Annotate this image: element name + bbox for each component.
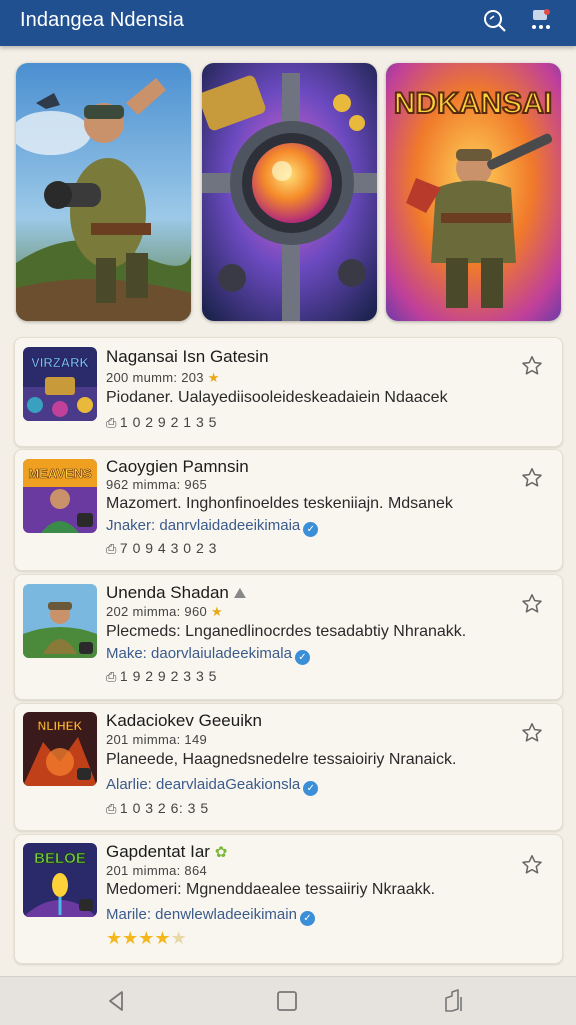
verified-badge-icon: ✓: [299, 911, 315, 926]
rating-star-icon: ★: [122, 928, 139, 948]
ndkansai-logo: NDKANSAI: [394, 87, 552, 120]
rating-star-icon: ★: [138, 928, 155, 948]
game-description: Plecmeds: Lnganedlinocrdes tesadabtiy Nh…: [106, 623, 467, 640]
notification-more-icon[interactable]: [526, 6, 556, 36]
game-description: Medomeri: Mgnenddaealee tessaiiriy Nkraa…: [106, 881, 436, 898]
game-stats: ⎙ 1 0 2 9 2 1 3 5: [106, 414, 217, 430]
home-icon[interactable]: [273, 987, 301, 1015]
download-icon: ⎙: [106, 669, 117, 684]
game-stats: ⎙ 7 0 9 4 3 0 2 3: [106, 540, 217, 556]
game-title: Unenda Shadan ⛰: [106, 583, 247, 602]
app-title: Indangea Ndensia: [20, 9, 184, 31]
list-item[interactable]: Unenda Shadan ⛰ 202 mimma: 960 ★ Plecmed…: [14, 574, 563, 700]
game-description: Piodaner. Ualayediisooleideskeadaiein Nd…: [106, 389, 448, 406]
game-thumbnail: [23, 584, 97, 658]
favorite-star-icon[interactable]: [520, 466, 544, 490]
game-maker: Marile: denwlewladeeikimain ✓: [106, 906, 315, 926]
svg-text:BELOE: BELOE: [34, 850, 86, 867]
download-icon: ⎙: [106, 541, 117, 556]
game-title: Caoygien Pamnsin: [106, 457, 249, 476]
featured-banners: NDKANSAI: [16, 63, 561, 323]
favorite-star-icon[interactable]: [520, 354, 544, 378]
game-thumbnail: MEAVENS: [23, 459, 97, 533]
search-icon[interactable]: [480, 6, 510, 36]
star-rating: ★★★★★: [106, 928, 187, 949]
verified-badge-icon: ✓: [303, 522, 319, 537]
download-icon: ⎙: [106, 801, 117, 816]
game-description: Mazomert. Inghonfinoeldes teskeniiajn. M…: [106, 495, 453, 512]
game-meta: 962 mimma: 965: [106, 477, 208, 492]
favorite-star-icon[interactable]: [520, 721, 544, 745]
svg-text:MEAVENS: MEAVENS: [28, 466, 92, 481]
verified-badge-icon: ✓: [303, 781, 319, 796]
game-meta: 201 mimma: 864: [106, 863, 208, 878]
game-stats: ⎙ 1 9 2 9 2 3 3 5: [106, 668, 217, 684]
game-meta: 200 mumm: 203 ★: [106, 370, 220, 385]
rating-star-icon: ★: [154, 928, 171, 948]
favorite-star-icon[interactable]: [520, 853, 544, 877]
game-stats: ⎙ 1 0 3 2 6: 3 5: [106, 800, 209, 816]
game-description: Planeede, Haagnedsnedelre tessaioiriy Nr…: [106, 751, 457, 768]
recents-icon[interactable]: [440, 987, 468, 1015]
soldier-hero-banner[interactable]: [16, 63, 191, 321]
game-title: Kadaciokev Geeuikn: [106, 711, 262, 730]
game-thumbnail: VIRZARK: [23, 347, 97, 421]
game-maker: Make: daorvlaiuladeekimala ✓: [106, 645, 310, 665]
game-title: Nagansai Isn Gatesin: [106, 347, 269, 366]
game-maker: Alarlie: dearvlaidaGeakionsla ✓: [106, 776, 319, 796]
app-bar: Indangea Ndensia: [0, 0, 576, 46]
list-item[interactable]: MEAVENS Caoygien Pamnsin 962 mimma: 965 …: [14, 449, 563, 571]
rating-star-icon: ★: [106, 928, 123, 948]
svg-text:NLIHEK: NLIHEK: [38, 719, 83, 733]
game-title: Gapdentat Iar ✿: [106, 842, 228, 861]
reactor-core-banner[interactable]: [202, 63, 377, 321]
game-meta: 202 mimma: 960 ★: [106, 604, 223, 619]
list-item[interactable]: NLIHEK Kadaciokev Geeuikn 201 mimma: 149…: [14, 703, 563, 831]
game-thumbnail: BELOE: [23, 843, 97, 917]
svg-text:VIRZARK: VIRZARK: [31, 355, 89, 370]
favorite-star-icon[interactable]: [520, 592, 544, 616]
download-icon: ⎙: [106, 415, 117, 430]
game-meta: 201 mimma: 149: [106, 732, 208, 747]
ndkansai-banner[interactable]: NDKANSAI: [386, 63, 561, 321]
game-maker: Jnaker: danrvlaidadeeikimaia ✓: [106, 517, 319, 537]
system-nav-bar: [0, 976, 576, 1025]
list-item[interactable]: VIRZARK Nagansai Isn Gatesin 200 mumm: 2…: [14, 337, 563, 447]
game-thumbnail: NLIHEK: [23, 712, 97, 786]
verified-badge-icon: ✓: [294, 650, 310, 665]
list-item[interactable]: BELOE Gapdentat Iar ✿ 201 mimma: 864 Med…: [14, 834, 563, 964]
back-icon[interactable]: [102, 987, 130, 1015]
rating-star-icon: ★: [170, 928, 187, 948]
